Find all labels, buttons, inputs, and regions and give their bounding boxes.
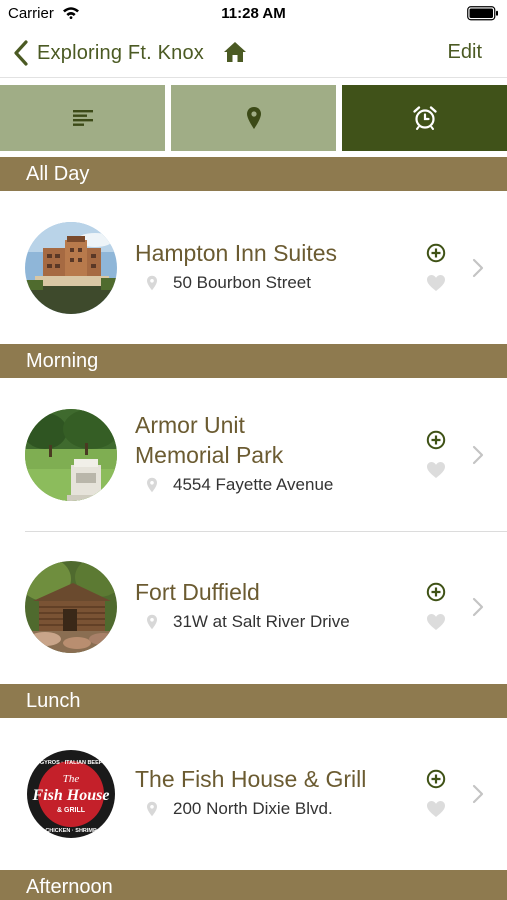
place-address: 50 Bourbon Street bbox=[146, 273, 311, 293]
location-pin-icon bbox=[147, 614, 157, 630]
chevron-right-icon bbox=[472, 597, 484, 617]
location-pin-icon bbox=[147, 275, 157, 291]
chevron-right-icon bbox=[472, 784, 484, 804]
list-icon bbox=[72, 110, 93, 126]
place-address: 200 North Dixie Blvd. bbox=[146, 799, 333, 819]
logo-line3: & GRILL bbox=[57, 807, 86, 814]
edit-button[interactable]: Edit bbox=[448, 41, 482, 64]
heart-icon[interactable] bbox=[426, 461, 446, 479]
add-circle-icon[interactable] bbox=[426, 243, 446, 263]
logo-line2: Fish House bbox=[32, 787, 110, 804]
location-pin-icon bbox=[147, 477, 157, 493]
section-header-morning: Morning bbox=[0, 344, 507, 378]
section-header-lunch: Lunch bbox=[0, 684, 507, 718]
location-pin-icon bbox=[147, 801, 157, 817]
heart-icon[interactable] bbox=[426, 800, 446, 818]
place-address-text: 4554 Fayette Avenue bbox=[173, 475, 334, 494]
navigation-bar: Exploring Ft. Knox Edit bbox=[0, 28, 507, 78]
place-photo-hotel bbox=[25, 222, 117, 314]
home-icon[interactable] bbox=[223, 41, 247, 63]
place-name: Armor Unit Memorial Park bbox=[135, 410, 400, 470]
chevron-left-icon bbox=[14, 40, 28, 66]
place-name: Hampton Inn Suites bbox=[135, 240, 338, 266]
back-button[interactable]: Exploring Ft. Knox bbox=[12, 38, 204, 68]
status-bar: Carrier 11:28 AM bbox=[0, 0, 507, 28]
add-circle-icon[interactable] bbox=[426, 430, 446, 450]
place-photo-cabin bbox=[25, 561, 117, 653]
add-circle-icon[interactable] bbox=[426, 582, 446, 602]
place-photo-park bbox=[25, 409, 117, 501]
logo-line1: The bbox=[63, 773, 80, 785]
section-header-all-day: All Day bbox=[0, 157, 507, 191]
place-address: 4554 Fayette Avenue bbox=[146, 475, 333, 495]
place-address-text: 50 Bourbon Street bbox=[173, 273, 311, 292]
section-header-afternoon: Afternoon bbox=[0, 870, 507, 900]
place-row-hampton-inn[interactable]: Hampton Inn Suites 50 Bourbon Street bbox=[0, 191, 507, 344]
map-pin-icon bbox=[246, 107, 261, 129]
place-address-text: 31W at Salt River Drive bbox=[173, 612, 350, 631]
heart-icon[interactable] bbox=[426, 613, 446, 631]
place-logo-fish-house: GYROS · ITALIAN BEEF The Fish House & GR… bbox=[25, 748, 117, 840]
place-name: Fort Duffield bbox=[135, 579, 260, 605]
place-address: 31W at Salt River Drive bbox=[146, 612, 350, 632]
tab-list[interactable] bbox=[0, 85, 165, 151]
place-name: The Fish House & Grill bbox=[135, 766, 367, 792]
place-name-line: Armor Unit bbox=[135, 412, 245, 438]
logo-top-text: GYROS · ITALIAN BEEF bbox=[40, 760, 103, 766]
chevron-right-icon bbox=[472, 445, 484, 465]
view-tabs bbox=[0, 85, 507, 151]
logo-bottom-text: CHICKEN · SHRIMP bbox=[45, 828, 97, 834]
place-address-text: 200 North Dixie Blvd. bbox=[173, 799, 333, 818]
tab-map[interactable] bbox=[171, 85, 336, 151]
place-row-armor-unit[interactable]: Armor Unit Memorial Park 4554 Fayette Av… bbox=[0, 378, 507, 531]
tab-schedule[interactable] bbox=[342, 85, 507, 151]
place-row-fish-house[interactable]: GYROS · ITALIAN BEEF The Fish House & GR… bbox=[0, 718, 507, 870]
status-time: 11:28 AM bbox=[221, 5, 286, 22]
add-circle-icon[interactable] bbox=[426, 769, 446, 789]
heart-icon[interactable] bbox=[426, 274, 446, 292]
back-label: Exploring Ft. Knox bbox=[37, 41, 205, 64]
place-row-fort-duffield[interactable]: Fort Duffield 31W at Salt River Drive bbox=[0, 532, 507, 684]
place-name-line: Memorial Park bbox=[135, 442, 284, 468]
battery-icon bbox=[467, 6, 498, 21]
alarm-clock-icon bbox=[412, 106, 437, 130]
chevron-right-icon bbox=[472, 258, 484, 278]
